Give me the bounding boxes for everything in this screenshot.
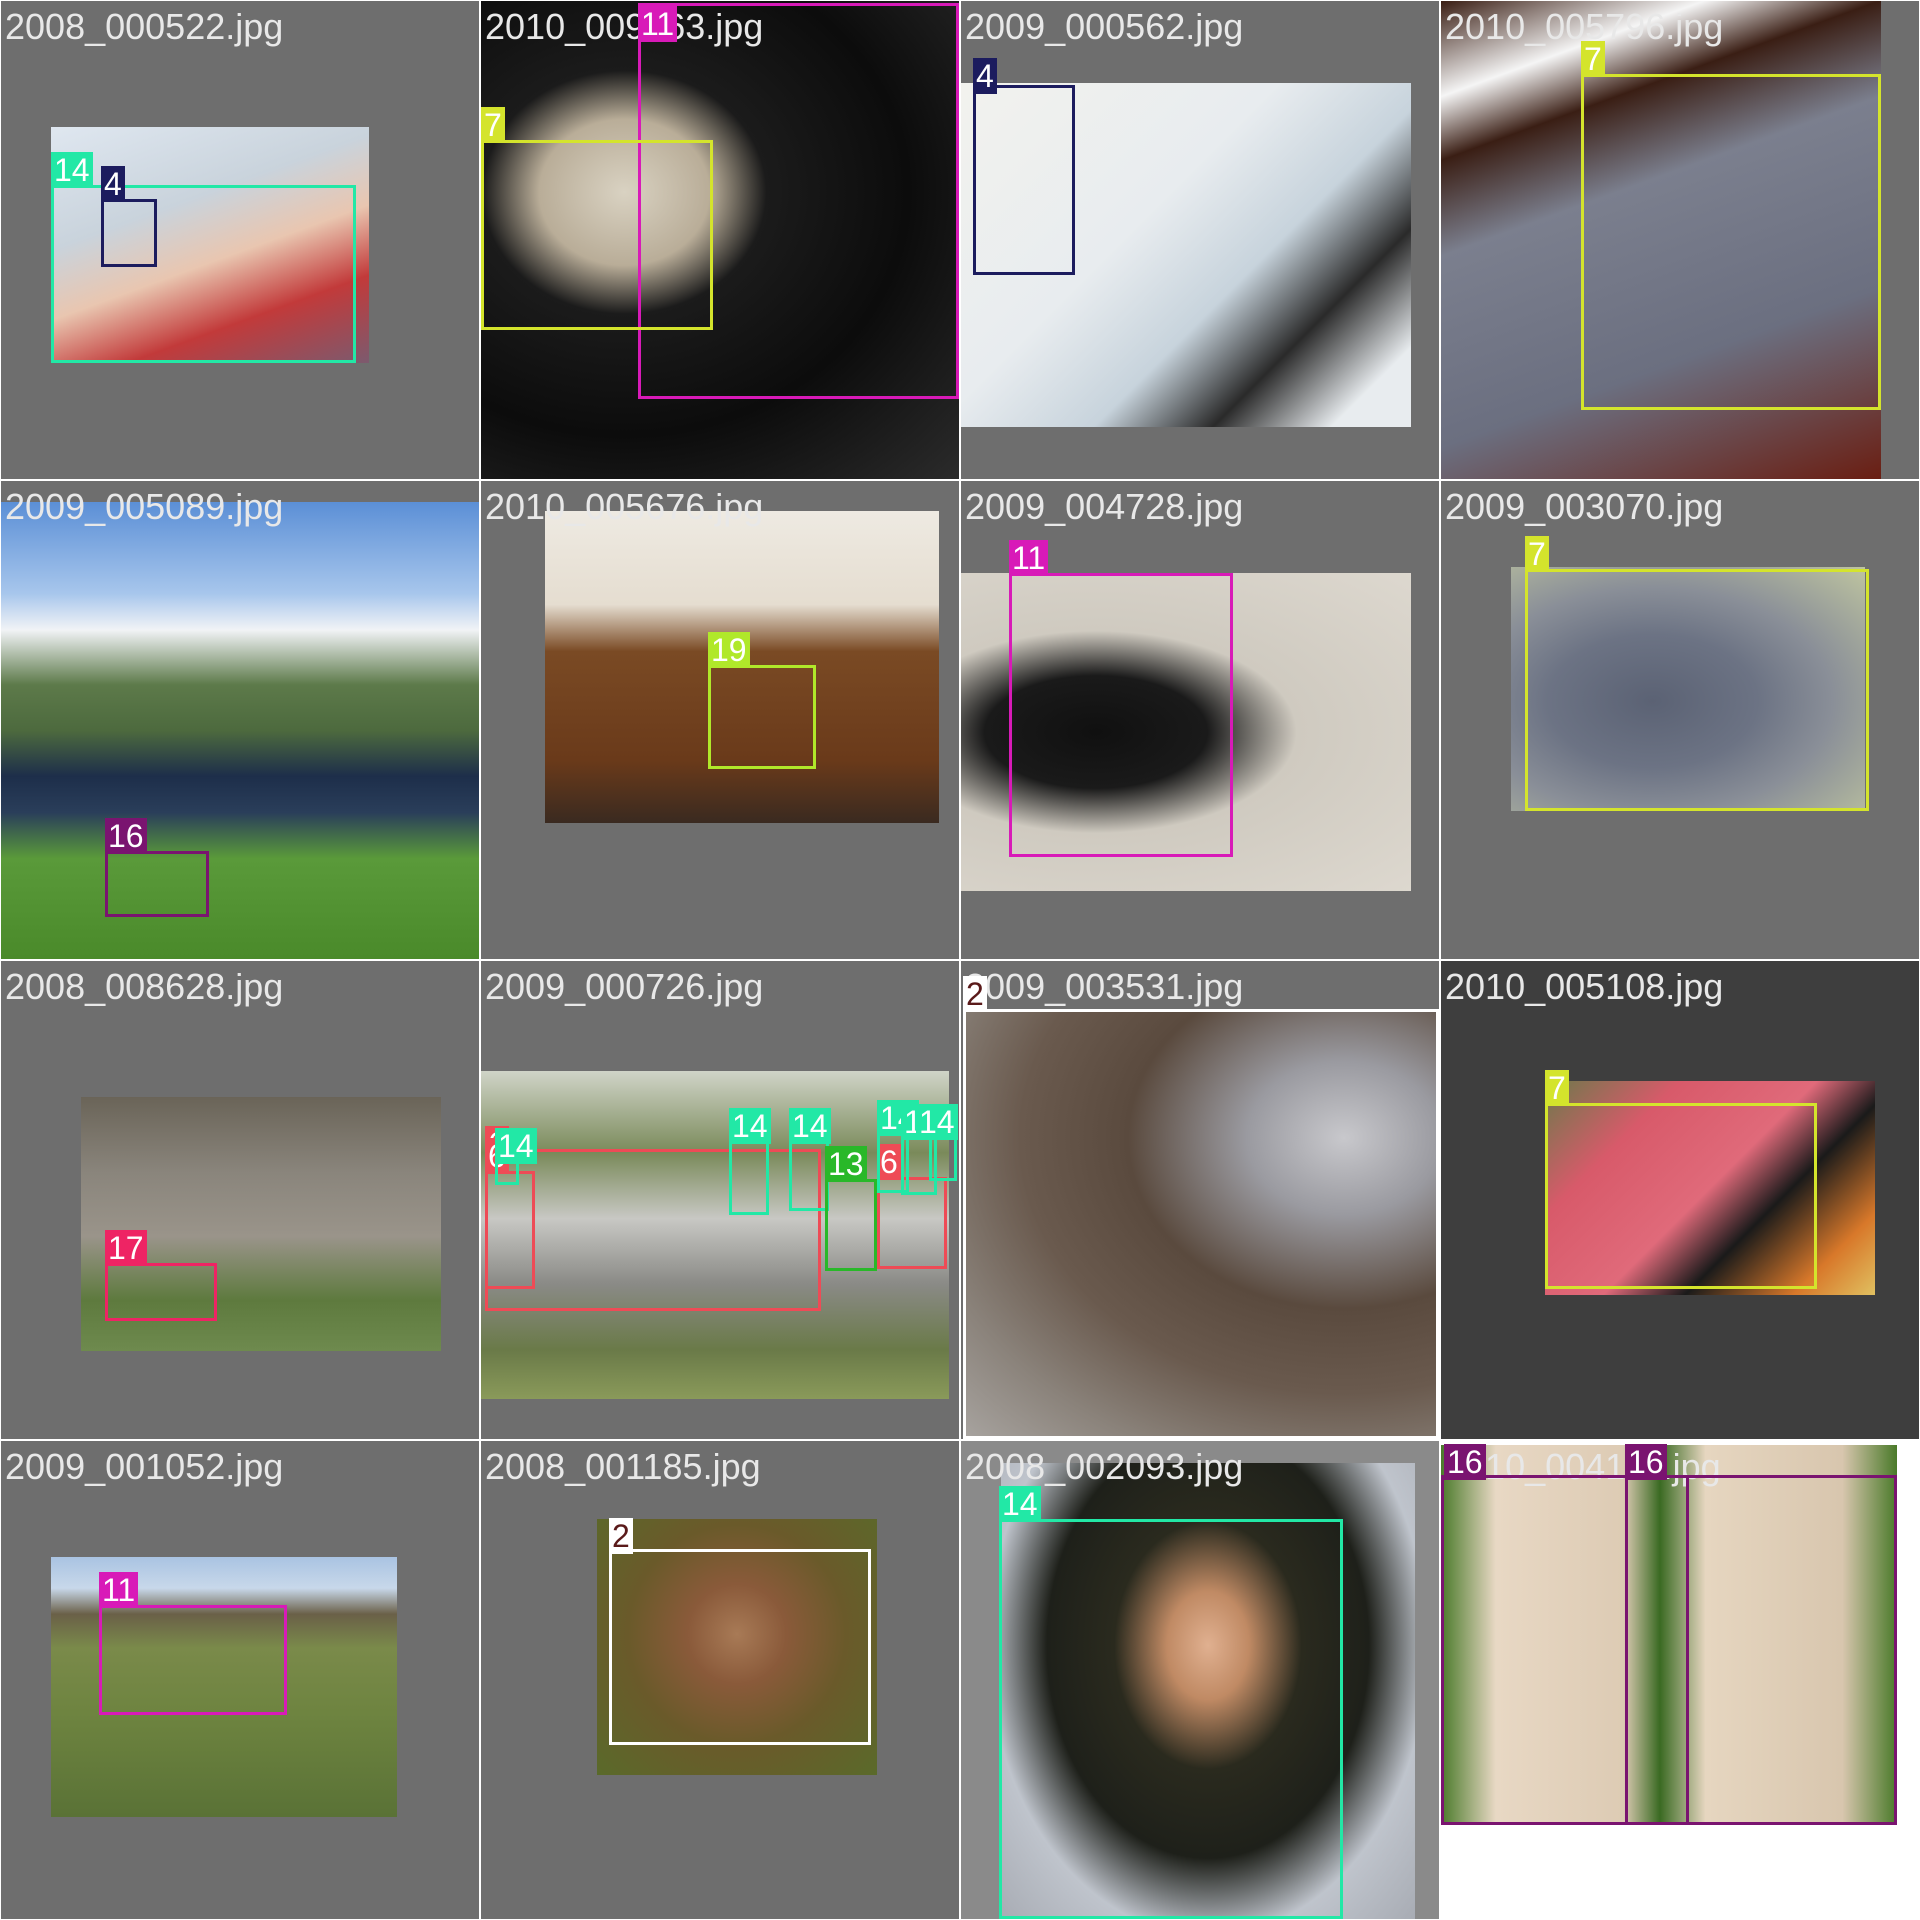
mosaic-tile: 2008_000522.jpg 14 4: [1, 1, 479, 479]
bbox: 16: [105, 818, 209, 917]
mosaic-tile: 2010_005796.jpg 7: [1441, 1, 1919, 479]
bbox: 4: [101, 166, 157, 267]
bbox: 14: [916, 1104, 958, 1181]
bbox-class-label: 7: [1581, 41, 1605, 77]
bbox: 7: [1545, 1070, 1817, 1289]
mosaic-tile: 2009_005089.jpg 16: [1, 481, 479, 959]
bbox-class-label: 14: [51, 152, 93, 188]
bbox: 7: [481, 107, 713, 330]
bbox: 7: [1525, 536, 1869, 811]
tile-filename: 2009_004728.jpg: [965, 486, 1244, 527]
bbox: 17: [105, 1230, 217, 1321]
tile-filename: 2009_005089.jpg: [5, 486, 284, 527]
mosaic-tile: 2010_005108.jpg 7: [1441, 961, 1919, 1439]
bbox: 6: [485, 1126, 821, 1311]
mosaic-tile: 2008_001185.jpg 2: [481, 1441, 959, 1919]
mosaic-tile: 2008_002093.jpg 14: [961, 1441, 1439, 1919]
bbox-class-label: 14: [789, 1108, 831, 1144]
bbox: 14: [999, 1486, 1343, 1919]
bbox-class-label: 11: [638, 6, 678, 42]
bbox-class-label: 14: [999, 1486, 1041, 1522]
tile-filename: 2009_000562.jpg: [965, 6, 1244, 47]
photo-sheep-by-lake: [1, 502, 479, 959]
bbox: 16: [1625, 1444, 1897, 1825]
bbox-class-label: 16: [1625, 1444, 1667, 1480]
tile-filename: 2009_003070.jpg: [1445, 486, 1724, 527]
bbox-class-label: 11: [99, 1572, 139, 1608]
mosaic-tile: 2008_008628.jpg 17: [1, 961, 479, 1439]
bbox: 7: [1581, 41, 1881, 410]
tile-filename: 2008_002093.jpg: [965, 1446, 1244, 1487]
mosaic-tile: 2009_001052.jpg 11: [1, 1441, 479, 1919]
tile-filename: 2010_005676.jpg: [485, 486, 764, 527]
bbox: 14: [51, 152, 356, 363]
mosaic-tile: 2010_004118.jpg 16 16: [1441, 1441, 1919, 1919]
bbox-class-label: 16: [105, 818, 147, 854]
bbox: 19: [708, 632, 816, 769]
bbox-class-label: 16: [1444, 1444, 1486, 1480]
bbox: 6: [485, 1138, 535, 1289]
bbox-class-label: 4: [101, 166, 125, 202]
tile-filename: 2008_001185.jpg: [485, 1446, 761, 1487]
tile-filename: 2009_000726.jpg: [485, 966, 764, 1007]
tile-filename: 2010_005108.jpg: [1445, 966, 1724, 1007]
mosaic-tile: 2010_009763.jpg 11 7: [481, 1, 959, 479]
bbox: 14: [729, 1108, 771, 1215]
bbox: 13: [825, 1146, 877, 1271]
bbox: 4: [973, 58, 1075, 275]
bbox: 14: [495, 1128, 537, 1185]
mosaic-tile: 2009_000562.jpg 4: [961, 1, 1439, 479]
bbox-class-label: 14: [916, 1104, 958, 1140]
bbox-class-label: 7: [481, 107, 505, 143]
bbox-class-label: 7: [1525, 536, 1549, 572]
bbox-class-label: 7: [1545, 1070, 1569, 1106]
bbox: 11: [1009, 540, 1233, 857]
bbox: 2: [609, 1518, 871, 1745]
bbox: 11: [99, 1572, 287, 1715]
mosaic-tile: 2009_003531.jpg 2: [961, 961, 1439, 1439]
mosaic-tile: 2009_003070.jpg 7: [1441, 481, 1919, 959]
mosaic-tile: 2010_005676.jpg 19: [481, 481, 959, 959]
tile-filename: 2008_008628.jpg: [5, 966, 284, 1007]
bbox-class-label: 14: [729, 1108, 771, 1144]
bbox-class-label: 13: [825, 1146, 867, 1182]
mosaic-grid: 2008_000522.jpg 14 4 2010_009763.jpg 11 …: [0, 0, 1920, 1920]
tile-filename: 2009_001052.jpg: [5, 1446, 284, 1487]
bbox-class-label: 14: [495, 1128, 537, 1164]
bbox-class-label: 2: [963, 976, 987, 1012]
mosaic-tile: 2009_000726.jpg 6 6 14 14 14 13 6 14 14 …: [481, 961, 959, 1439]
tile-filename: 2008_000522.jpg: [5, 6, 284, 47]
bbox: 14: [789, 1108, 831, 1211]
bbox-class-label: 17: [105, 1230, 147, 1266]
bbox: 2: [963, 976, 1439, 1439]
bbox-class-label: 2: [609, 1518, 633, 1554]
bbox-class-label: 11: [1009, 540, 1049, 576]
tile-filename: 2009_003531.jpg: [965, 966, 1244, 1007]
bbox-class-label: 19: [708, 632, 750, 668]
mosaic-tile: 2009_004728.jpg 11: [961, 481, 1439, 959]
bbox-class-label: 4: [973, 58, 997, 94]
